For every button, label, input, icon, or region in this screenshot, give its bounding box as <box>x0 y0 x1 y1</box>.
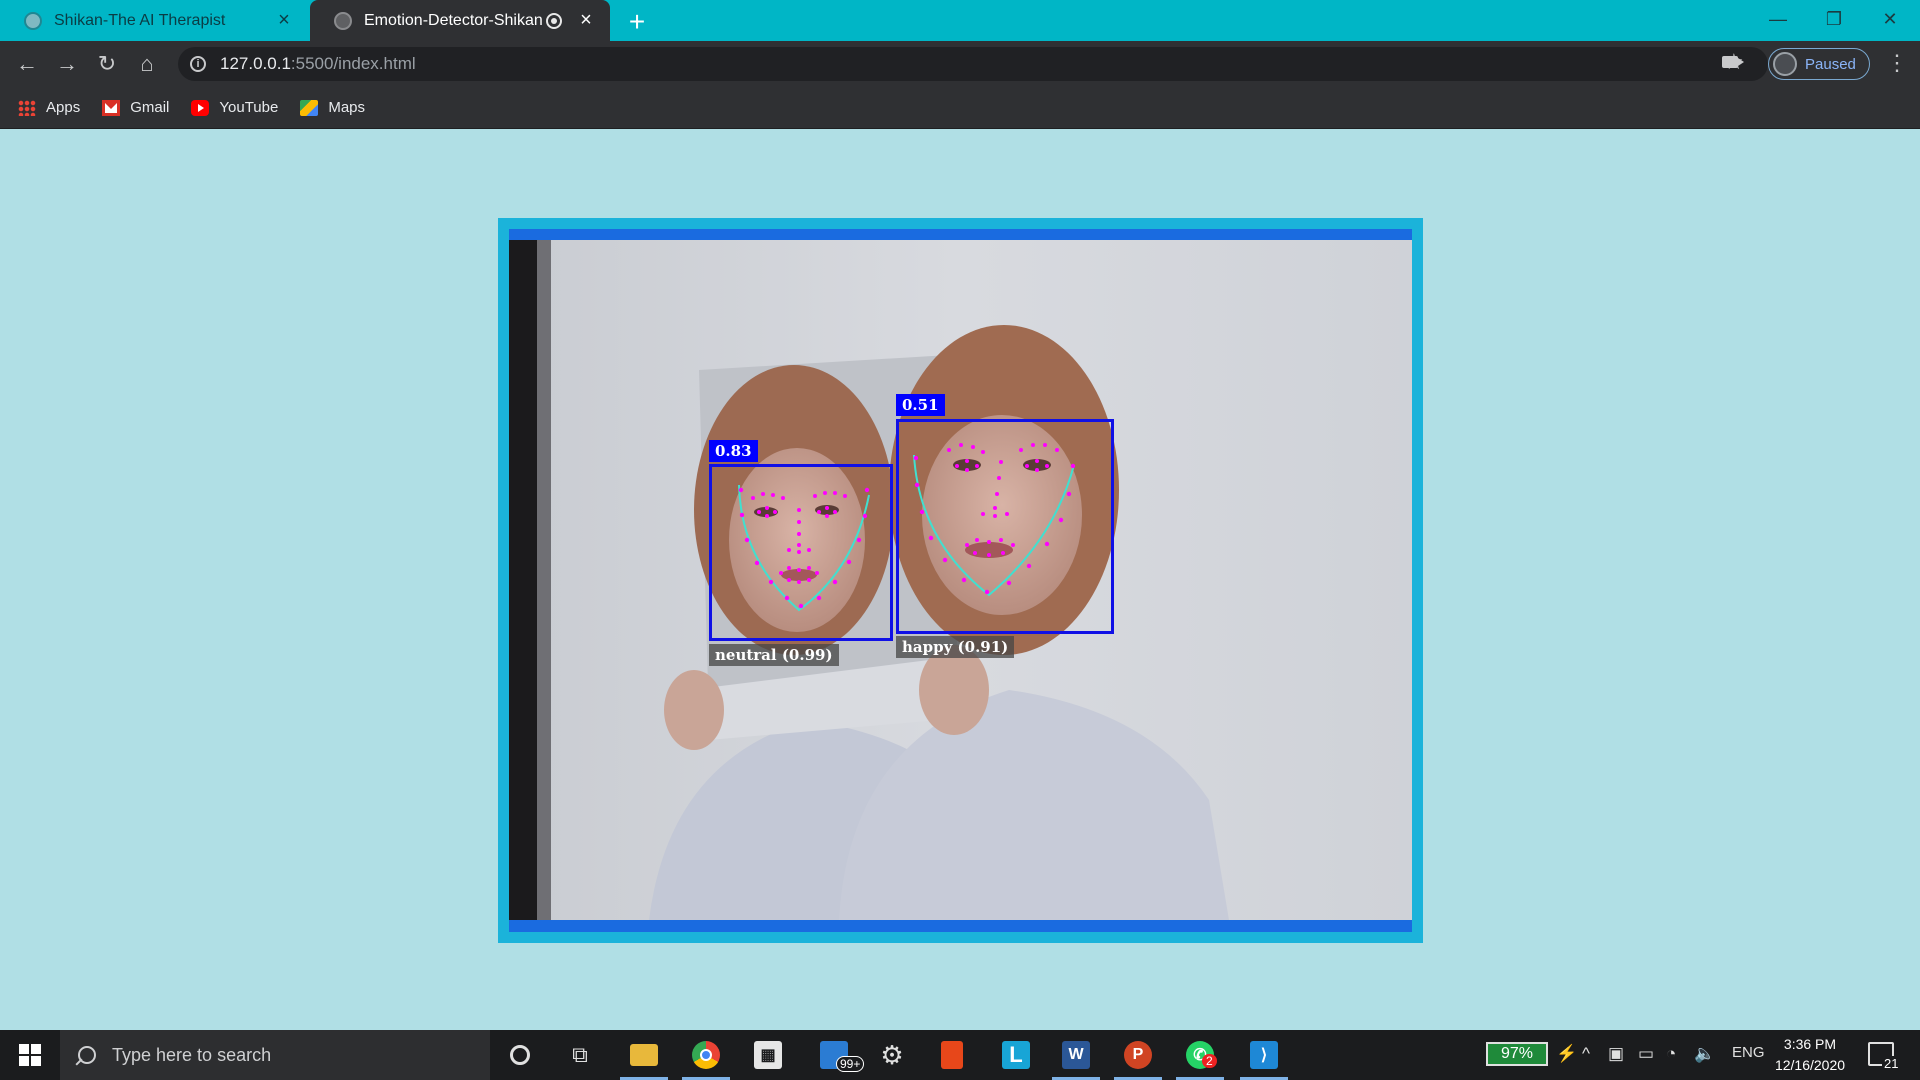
task-view-icon[interactable]: ⧉ <box>552 1030 608 1080</box>
whatsapp-icon[interactable]: ✆ 2 <box>1172 1030 1228 1080</box>
url-host: 127.0.0.1 <box>220 54 291 73</box>
video-frame: 0.83 neutral (0.99) 0.51 happy (0.91) <box>498 218 1423 943</box>
wifi-icon[interactable]: ◔ <box>1666 1044 1676 1064</box>
globe-icon <box>24 11 42 30</box>
microsoft-store-icon[interactable]: ▦ <box>740 1030 796 1080</box>
tab-title: Shikan-The AI Therapist <box>54 11 226 29</box>
clock-time[interactable]: 3:36 PM <box>1770 1036 1850 1052</box>
close-tab-icon[interactable]: × <box>576 9 596 32</box>
bookmark-label: Maps <box>328 99 366 116</box>
bookmark-label: Apps <box>46 99 81 116</box>
mail-badge: 99+ <box>836 1056 865 1072</box>
windows-start-icon[interactable] <box>0 1030 60 1080</box>
avatar <box>1773 52 1797 76</box>
whatsapp-badge: 2 <box>1202 1054 1217 1068</box>
webcam-feed: 0.83 neutral (0.99) 0.51 happy (0.91) <box>509 240 1412 920</box>
expression-label-2: happy (0.91) <box>896 636 1015 658</box>
url-path: :5500/index.html <box>290 54 416 73</box>
tab-title: Emotion-Detector-Shikan <box>364 11 543 29</box>
close-tab-icon[interactable]: × <box>274 9 294 32</box>
power-plug-icon: ⚡ <box>1556 1044 1578 1063</box>
bookmark-label: Gmail <box>130 99 170 116</box>
vscode-icon[interactable]: ⟩ <box>1236 1030 1292 1080</box>
profile-status: Paused <box>1805 55 1856 73</box>
new-tab-button[interactable]: + <box>622 6 652 38</box>
reload-icon[interactable]: ↻ <box>92 49 122 79</box>
chrome-icon[interactable] <box>678 1030 734 1080</box>
face-detection-box-2 <box>896 419 1114 634</box>
globe-icon <box>334 11 352 30</box>
restore-icon[interactable]: ❐ <box>1814 4 1854 34</box>
address-bar[interactable]: i 127.0.0.1 :5500/index.html <box>178 47 1768 81</box>
gmail-icon <box>102 99 121 116</box>
recording-icon <box>546 12 562 29</box>
minimize-icon[interactable]: — <box>1758 4 1798 34</box>
bookmark-youtube[interactable]: YouTube <box>191 99 278 116</box>
volume-icon[interactable]: 🔈 <box>1694 1044 1715 1064</box>
battery-indicator[interactable]: 97% <box>1486 1042 1548 1066</box>
file-explorer-icon[interactable] <box>616 1030 672 1080</box>
video-container: 0.83 neutral (0.99) 0.51 happy (0.91) <box>509 229 1412 932</box>
maps-icon <box>300 99 319 116</box>
back-arrow-icon[interactable]: ← <box>12 49 42 79</box>
search-placeholder: Type here to search <box>112 1044 272 1065</box>
security-icon[interactable]: ▣ <box>1608 1044 1624 1064</box>
chevron-up-icon[interactable]: ^ <box>1582 1044 1590 1064</box>
home-icon[interactable]: ⌂ <box>132 49 162 79</box>
face-detection-box-1 <box>709 464 893 641</box>
search-icon <box>78 1046 96 1064</box>
tab-shikan-therapist[interactable]: Shikan-The AI Therapist × <box>0 0 308 41</box>
office-icon[interactable] <box>924 1030 980 1080</box>
taskbar-search-box[interactable]: Type here to search <box>60 1030 490 1080</box>
tab-emotion-detector[interactable]: Emotion-Detector-Shikan × <box>310 0 610 41</box>
bookmarks-bar: Apps Gmail YouTube Maps <box>0 87 1920 129</box>
forward-arrow-icon[interactable]: → <box>52 49 82 79</box>
notification-count: 21 <box>1882 1056 1901 1071</box>
bookmark-gmail[interactable]: Gmail <box>102 99 169 116</box>
battery-tray-icon[interactable]: ▭ <box>1638 1044 1654 1064</box>
settings-gear-icon[interactable]: ⚙ <box>864 1030 920 1080</box>
apps-grid-icon <box>18 99 36 116</box>
lightshot-l-icon[interactable]: L <box>988 1030 1044 1080</box>
browser-toolbar: ← → ↻ ⌂ i 127.0.0.1 :5500/index.html ☆ P… <box>0 41 1920 87</box>
windows-taskbar: Type here to search ⧉ ▦ 99+ ⚙ L W P ✆ 2 … <box>0 1030 1920 1080</box>
close-window-icon[interactable]: ✕ <box>1870 4 1910 34</box>
bookmark-apps[interactable]: Apps <box>18 99 80 116</box>
detection-score-1: 0.83 <box>709 440 758 462</box>
expression-label-1: neutral (0.99) <box>709 644 839 666</box>
info-icon[interactable]: i <box>190 56 206 72</box>
youtube-icon <box>191 99 210 116</box>
bookmark-maps[interactable]: Maps <box>300 99 365 116</box>
kebab-menu-icon[interactable]: ⋮ <box>1886 50 1908 76</box>
mail-icon[interactable]: 99+ <box>806 1030 865 1080</box>
clock-date[interactable]: 12/16/2020 <box>1770 1057 1850 1073</box>
bookmark-label: YouTube <box>219 99 279 116</box>
profile-button[interactable]: Paused <box>1768 48 1870 80</box>
browser-tab-strip: Shikan-The AI Therapist × Emotion-Detect… <box>0 0 1920 41</box>
word-icon[interactable]: W <box>1048 1030 1104 1080</box>
detection-score-2: 0.51 <box>896 394 945 416</box>
powerpoint-icon[interactable]: P <box>1110 1030 1166 1080</box>
language-indicator[interactable]: ENG <box>1732 1044 1765 1061</box>
cortana-icon[interactable] <box>492 1030 548 1080</box>
bookmark-star-icon[interactable]: ☆ <box>1724 49 1744 75</box>
